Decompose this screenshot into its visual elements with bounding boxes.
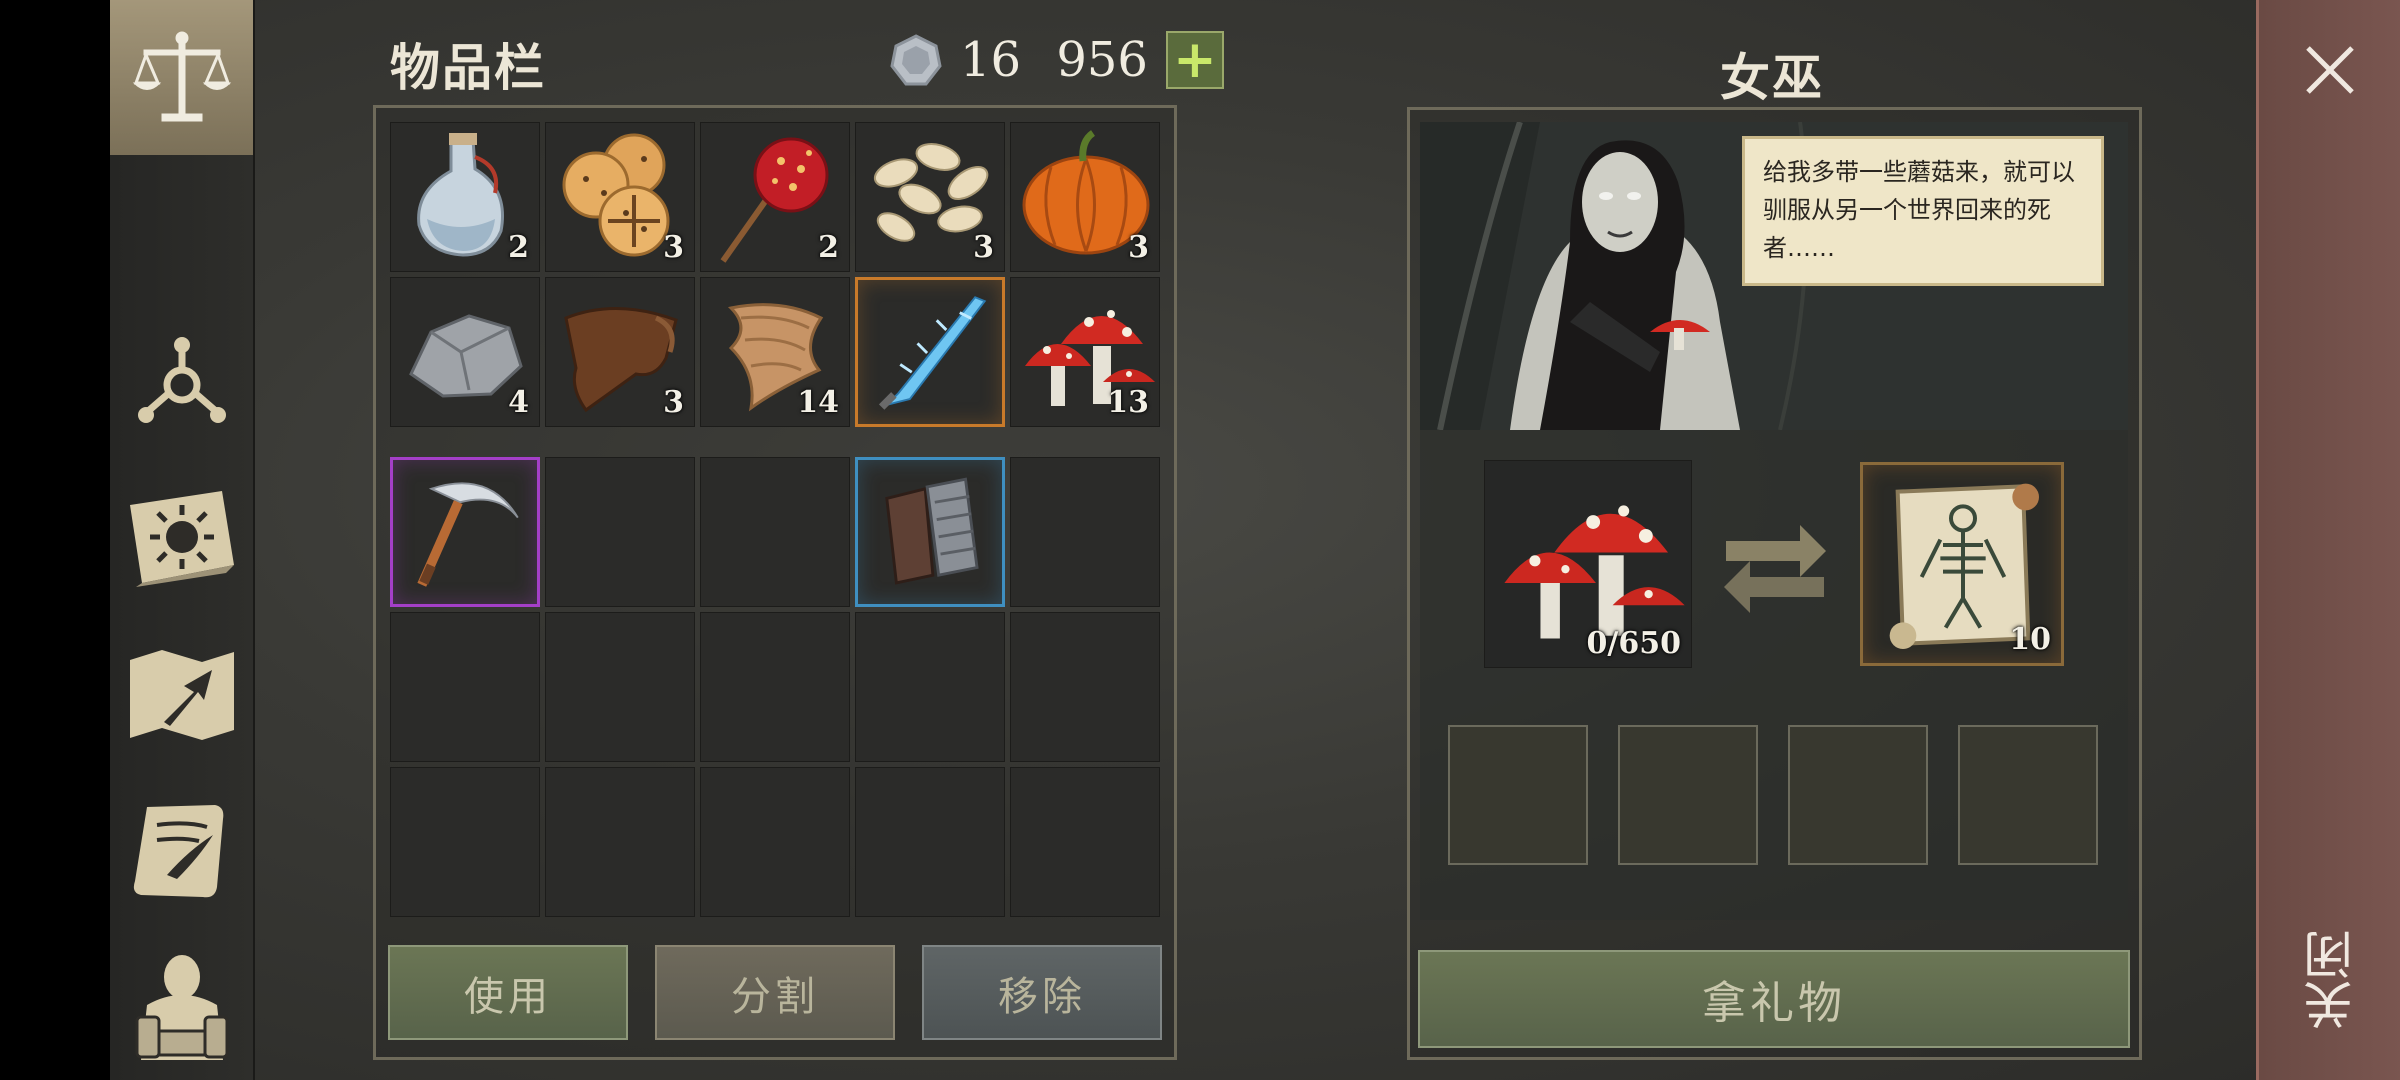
item-count: 2 [508,230,529,265]
currency-display: 16 956 + [890,30,1224,90]
sickle-icon [417,482,519,587]
scales-icon [132,31,231,121]
inventory-title: 物品栏 [390,39,546,97]
use-button[interactable]: 使用 [388,945,628,1040]
map-icon [129,650,234,740]
item-count: 4 [508,385,529,420]
reward-slot-empty[interactable] [1788,725,1928,865]
item-count: 3 [1128,230,1149,265]
sun-book-icon [129,491,234,587]
trade-give-count: 0/650 [1586,626,1681,661]
trade-receive-count: 10 [2009,622,2051,657]
reward-slot-empty[interactable] [1448,725,1588,865]
tab-map[interactable] [110,625,253,765]
tab-craft[interactable] [110,315,253,455]
inventory-slot-candy-apple[interactable]: 2 [700,122,850,272]
side-nav [110,0,255,1080]
equip-slot-empty[interactable] [700,457,850,607]
close-label[interactable]: 关闭 [2302,920,2362,1040]
close-panel[interactable] [2256,0,2400,1080]
scroll-icon [133,805,223,898]
bag-slot-empty[interactable] [855,612,1005,762]
equip-slot-gauntlets[interactable] [855,457,1005,607]
equip-slot-sickle[interactable] [390,457,540,607]
exchange-arrows-icon [1724,525,1826,613]
trade-receive-slot[interactable]: 10 [1860,462,2064,666]
backpack-icon [135,955,228,1060]
item-count: 13 [1107,385,1149,420]
silver-coin-icon [890,34,942,86]
remove-button[interactable]: 移除 [922,945,1162,1040]
gauntlets-icon [885,477,979,585]
tab-trade[interactable] [110,0,253,155]
equip-slot-empty[interactable] [545,457,695,607]
item-count: 3 [973,230,994,265]
witch-title: 女巫 [1720,49,1824,107]
reward-slot-empty[interactable] [1618,725,1758,865]
triskelion-icon [137,337,226,423]
equip-slot-empty[interactable] [1010,457,1160,607]
add-currency-button[interactable]: + [1165,31,1224,89]
bag-slot-empty[interactable] [855,767,1005,917]
inventory-slot-fabric[interactable]: 14 [700,277,850,427]
inventory-slot-potion[interactable]: 2 [390,122,540,272]
item-count: 14 [797,385,839,420]
item-count: 2 [818,230,839,265]
trade-give-slot[interactable]: 0/650 [1484,460,1692,668]
close-icon[interactable] [2300,40,2360,100]
inventory-slot-pumpkin[interactable]: 3 [1010,122,1160,272]
bag-slot-empty[interactable] [1010,612,1160,762]
bag-slot-empty[interactable] [1010,767,1160,917]
bag-slot-empty[interactable] [700,767,850,917]
reward-slot-empty[interactable] [1958,725,2098,865]
take-gift-button[interactable]: 拿礼物 [1418,950,2130,1048]
bag-slot-empty[interactable] [700,612,850,762]
tab-character[interactable] [110,935,253,1075]
tab-book[interactable] [110,470,253,610]
inventory-slot-crackers[interactable]: 3 [545,122,695,272]
inventory-slot-ice-blade[interactable] [855,277,1005,427]
inventory-slot-stone[interactable]: 4 [390,277,540,427]
currency-value: 16 956 [960,32,1148,88]
item-count: 3 [663,385,684,420]
inventory-slot-seeds[interactable]: 3 [855,122,1005,272]
inventory-slot-leather[interactable]: 3 [545,277,695,427]
tab-quests[interactable] [110,780,253,920]
item-count: 3 [663,230,684,265]
ice-blade-icon [878,296,987,410]
bag-slot-empty[interactable] [545,612,695,762]
split-button[interactable]: 分割 [655,945,895,1040]
bag-slot-empty[interactable] [390,767,540,917]
bag-slot-empty[interactable] [545,767,695,917]
witch-speech-bubble: 给我多带一些蘑菇来，就可以驯服从另一个世界回来的死者…… [1742,136,2104,286]
inventory-slot-mushrooms[interactable]: 13 [1010,277,1160,427]
bag-slot-empty[interactable] [390,612,540,762]
